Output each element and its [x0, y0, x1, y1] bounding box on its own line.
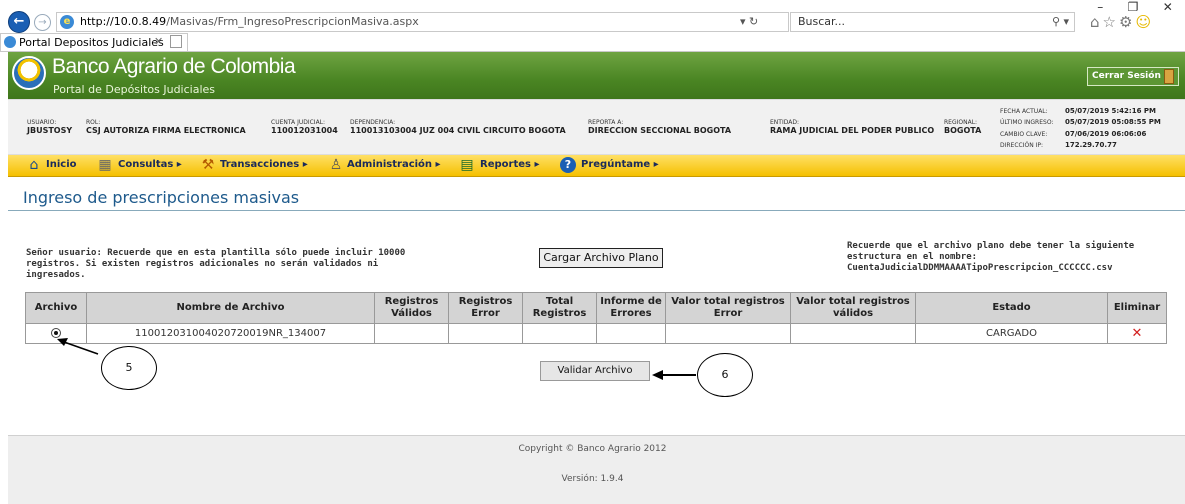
annotation-arrows	[57, 338, 696, 380]
version-text: Versión: 1.9.4	[561, 474, 624, 484]
callout-6: 6	[697, 353, 753, 397]
callout-5: 5	[101, 346, 157, 390]
arrow-5-line	[63, 341, 99, 355]
arrow-5-head	[57, 338, 68, 346]
arrow-6-head	[652, 370, 663, 380]
copyright-text: Copyright © Banco Agrario 2012	[518, 444, 667, 454]
